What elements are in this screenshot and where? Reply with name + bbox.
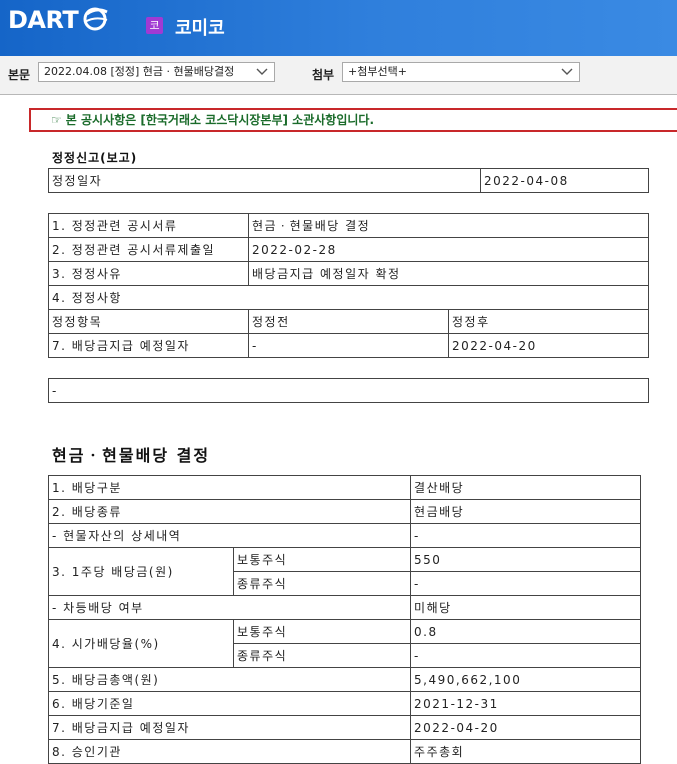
approval-label: 8. 승인기관 (47, 739, 412, 764)
col-correction-item: 정정항목 (48, 309, 249, 334)
differential-value: 미해당 (410, 595, 641, 620)
notice-text: 본 공시사항은 [한국거래소 코스닥시장본부] 소관사항입니다. (65, 113, 375, 127)
table-row: 2. 정정관련 공시서류제출일 2022-02-28 (48, 237, 649, 262)
attach-select[interactable]: +첨부선택+ (342, 62, 580, 82)
record-date-label: 6. 배당기준일 (47, 691, 412, 716)
dividend-title: 현금ㆍ현물배당 결정 (52, 446, 211, 465)
table-row: 4. 시가배당율(%) 보통주식 0.8 (48, 619, 641, 668)
per-share-common-value: 550 (410, 547, 641, 572)
correction-date-table: 정정일자 2022-04-08 (48, 168, 649, 193)
table-row: 6. 배당기준일 2021-12-31 (47, 691, 641, 716)
per-share-preferred-value: - (410, 571, 641, 596)
table-row: 7. 배당금지급 예정일자 - 2022-04-20 (48, 333, 649, 358)
correction-doc-label: 1. 정정관련 공시서류 (48, 213, 249, 238)
table-row: 3. 1주당 배당금(원) 보통주식 550 (48, 547, 641, 596)
company-badge: 코 (146, 17, 163, 34)
dart-logo-swirl-icon (83, 7, 108, 31)
correction-submit-value: 2022-02-28 (248, 237, 649, 262)
correction-title: 정정신고(보고) (52, 151, 138, 165)
table-row: 5. 배당금총액(원) 5,490,662,100 (47, 667, 641, 692)
company-name: 코미코 (175, 18, 225, 39)
dividend-kind-value: 현금배당 (410, 499, 641, 524)
chevron-down-icon (256, 68, 268, 75)
table-row: 1. 정정관련 공시서류 현금ㆍ현물배당 결정 (48, 213, 649, 238)
yield-common-label: 보통주식 (232, 619, 412, 644)
pointing-hand-icon: ☞ (51, 113, 62, 127)
table-row: - 차등배당 여부 미해당 (47, 595, 641, 620)
yield-label: 4. 시가배당율(%) (48, 619, 234, 668)
correction-item-name: 7. 배당금지급 예정일자 (48, 333, 249, 358)
yield-preferred-value: - (410, 643, 641, 668)
table-row: 정정항목 정정전 정정후 (48, 309, 649, 334)
correction-doc-value: 현금ㆍ현물배당 결정 (248, 213, 649, 238)
attach-label: 첨부 (312, 68, 335, 82)
dividend-type-label: 1. 배당구분 (47, 475, 412, 500)
table-row: 7. 배당금지급 예정일자 2022-04-20 (47, 715, 641, 740)
correction-detail-table: 1. 정정관련 공시서류 현금ㆍ현물배당 결정 2. 정정관련 공시서류제출일 … (48, 213, 649, 358)
main-doc-select-value: 2022.04.08 [정정] 현금 · 현물배당결정 (44, 65, 235, 78)
approval-value: 주주총회 (410, 739, 641, 764)
dividend-table: 1. 배당구분 결산배당 2. 배당종류 현금배당 - 현물자산의 상세내역 -… (47, 475, 641, 764)
table-row: 정정일자 2022-04-08 (48, 168, 649, 193)
correction-items-header: 4. 정정사항 (48, 285, 649, 310)
table-row: 1. 배당구분 결산배당 (47, 475, 641, 500)
record-date-value: 2021-12-31 (410, 691, 641, 716)
total-label: 5. 배당금총액(원) (47, 667, 412, 692)
pay-date-value: 2022-04-20 (410, 715, 641, 740)
yield-preferred-label: 종류주식 (232, 643, 412, 668)
dividend-type-value: 결산배당 (410, 475, 641, 500)
yield-common-value: 0.8 (410, 619, 641, 644)
main-doc-select[interactable]: 2022.04.08 [정정] 현금 · 현물배당결정 (38, 62, 275, 82)
app-header: DART 코 코미코 (0, 0, 677, 56)
correction-reason-label: 3. 정정사유 (48, 261, 249, 286)
correction-remark: - (48, 378, 649, 403)
attach-select-value: +첨부선택+ (348, 65, 407, 78)
table-row: 4. 정정사항 (48, 285, 649, 310)
per-share-label: 3. 1주당 배당금(원) (48, 547, 234, 596)
document-toolbar: 본문 2022.04.08 [정정] 현금 · 현물배당결정 첨부 +첨부선택+ (0, 56, 677, 95)
asset-detail-label: - 현물자산의 상세내역 (47, 523, 412, 548)
table-row: 2. 배당종류 현금배당 (47, 499, 641, 524)
total-value: 5,490,662,100 (410, 667, 641, 692)
correction-item-before: - (248, 333, 449, 358)
table-row: 8. 승인기관 주주총회 (47, 739, 641, 764)
correction-reason-value: 배당금지급 예정일자 확정 (248, 261, 649, 286)
dart-logo[interactable]: DART (8, 6, 79, 34)
jurisdiction-notice: ☞ 본 공시사항은 [한국거래소 코스닥시장본부] 소관사항입니다. (29, 108, 677, 132)
correction-submit-label: 2. 정정관련 공시서류제출일 (48, 237, 249, 262)
col-after: 정정후 (448, 309, 649, 334)
correction-date-value: 2022-04-08 (480, 168, 649, 193)
per-share-preferred-label: 종류주식 (232, 571, 412, 596)
table-row: 3. 정정사유 배당금지급 예정일자 확정 (48, 261, 649, 286)
remark-table: - (48, 378, 649, 403)
asset-detail-value: - (410, 523, 641, 548)
document-body: ☞ 본 공시사항은 [한국거래소 코스닥시장본부] 소관사항입니다. 정정신고(보… (0, 96, 677, 764)
dividend-kind-label: 2. 배당종류 (47, 499, 412, 524)
col-before: 정정전 (248, 309, 449, 334)
per-share-common-label: 보통주식 (232, 547, 412, 572)
pay-date-label: 7. 배당금지급 예정일자 (47, 715, 412, 740)
correction-date-label: 정정일자 (48, 168, 481, 193)
main-doc-label: 본문 (8, 68, 31, 82)
chevron-down-icon (561, 68, 573, 75)
table-row: - 현물자산의 상세내역 - (47, 523, 641, 548)
table-row: - (48, 378, 649, 403)
differential-label: - 차등배당 여부 (47, 595, 412, 620)
correction-item-after: 2022-04-20 (448, 333, 649, 358)
